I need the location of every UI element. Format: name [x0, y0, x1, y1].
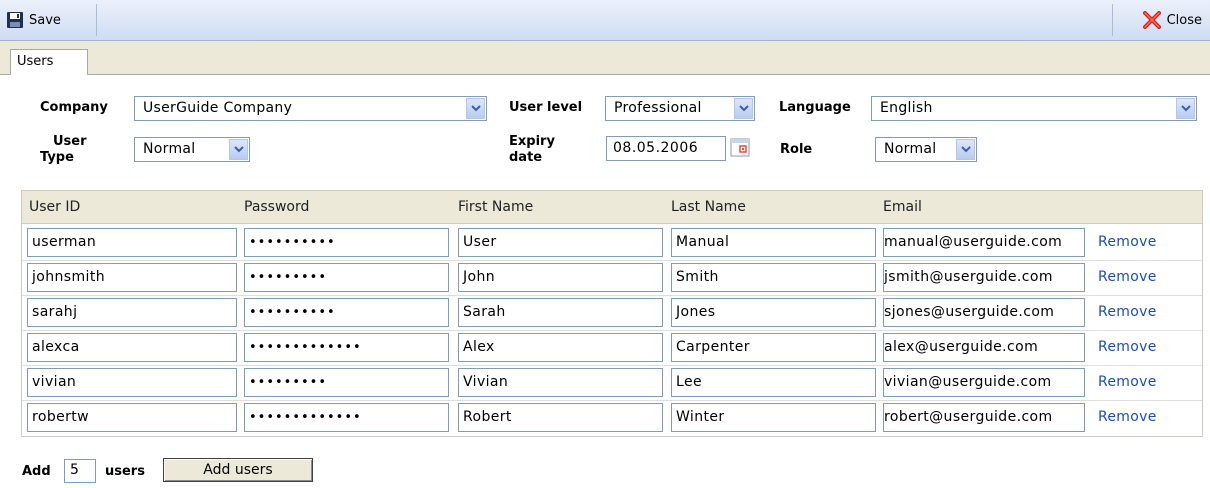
- calendar-icon[interactable]: [728, 135, 752, 159]
- email-field[interactable]: jsmith@userguide.com: [883, 263, 1085, 292]
- expiry-date-input[interactable]: 08.05.2006: [606, 136, 726, 161]
- user-type-value: Normal: [143, 141, 196, 157]
- close-label: Close: [1166, 12, 1202, 28]
- first-name-field[interactable]: John: [458, 263, 663, 292]
- chevron-down-icon[interactable]: [956, 139, 975, 160]
- chevron-down-icon[interactable]: [1176, 98, 1195, 119]
- table-header: User ID Password First Name Last Name Em…: [22, 191, 1202, 224]
- last-name-field[interactable]: Smith: [671, 263, 876, 292]
- email-field[interactable]: robert@userguide.com: [883, 403, 1085, 432]
- company-select[interactable]: UserGuide Company: [134, 96, 487, 121]
- expiry-label-line1: Expiry: [509, 134, 555, 149]
- user-level-select[interactable]: Professional: [605, 96, 755, 121]
- users-label: users: [105, 464, 145, 479]
- users-table: User ID Password First Name Last Name Em…: [21, 190, 1203, 437]
- password-field[interactable]: •••••••••••••: [244, 403, 449, 432]
- company-value: UserGuide Company: [143, 100, 293, 116]
- toolbar: Save Close: [0, 0, 1210, 41]
- last-name-field[interactable]: Jones: [671, 298, 876, 327]
- role-select[interactable]: Normal: [875, 137, 977, 162]
- email-field[interactable]: vivian@userguide.com: [883, 368, 1085, 397]
- user-id-field[interactable]: userman: [27, 228, 237, 257]
- language-select[interactable]: English: [871, 96, 1197, 121]
- user-id-field[interactable]: robertw: [27, 403, 237, 432]
- tab-strip: Users: [0, 41, 1210, 75]
- company-label: Company: [40, 100, 108, 115]
- last-name-field[interactable]: Winter: [671, 403, 876, 432]
- floppy-disk-icon: [7, 12, 23, 28]
- first-name-field[interactable]: Alex: [458, 333, 663, 362]
- tab-users[interactable]: Users: [10, 49, 88, 75]
- add-users-button[interactable]: Add users: [163, 458, 313, 482]
- red-x-icon: [1142, 11, 1161, 29]
- remove-link[interactable]: Remove: [1098, 304, 1157, 320]
- user-type-label: User Type: [40, 134, 87, 166]
- user-id-field[interactable]: alexca: [27, 333, 237, 362]
- user-id-field[interactable]: vivian: [27, 368, 237, 397]
- close-button[interactable]: Close: [1142, 9, 1202, 31]
- remove-link[interactable]: Remove: [1098, 374, 1157, 390]
- column-header-password: Password: [244, 199, 310, 215]
- column-header-user-id: User ID: [29, 199, 81, 215]
- toolbar-separator: [96, 4, 97, 36]
- save-label: Save: [29, 12, 61, 28]
- add-count-input[interactable]: 5: [64, 459, 96, 483]
- first-name-field[interactable]: Vivian: [458, 368, 663, 397]
- chevron-down-icon[interactable]: [229, 139, 248, 160]
- table-row: alexca ••••••••••••• Alex Carpenter alex…: [22, 330, 1202, 366]
- column-header-first-name: First Name: [458, 199, 534, 215]
- table-row: johnsmith ••••••••• John Smith jsmith@us…: [22, 260, 1202, 296]
- email-field[interactable]: sjones@userguide.com: [883, 298, 1085, 327]
- user-type-label-line1: User: [53, 134, 87, 149]
- user-level-value: Professional: [614, 100, 702, 116]
- password-field[interactable]: •••••••••: [244, 368, 449, 397]
- expiry-label-line2: date: [509, 150, 543, 165]
- password-field[interactable]: •••••••••••••: [244, 333, 449, 362]
- email-field[interactable]: alex@userguide.com: [883, 333, 1085, 362]
- role-value: Normal: [884, 141, 937, 157]
- remove-link[interactable]: Remove: [1098, 269, 1157, 285]
- add-label: Add: [22, 464, 51, 479]
- user-type-label-line2: Type: [40, 150, 74, 165]
- language-value: English: [880, 100, 933, 116]
- email-field[interactable]: manual@userguide.com: [883, 228, 1085, 257]
- password-field[interactable]: ••••••••••: [244, 298, 449, 327]
- table-row: robertw ••••••••••••• Robert Winter robe…: [22, 400, 1202, 435]
- first-name-field[interactable]: Sarah: [458, 298, 663, 327]
- user-id-field[interactable]: sarahj: [27, 298, 237, 327]
- user-id-field[interactable]: johnsmith: [27, 263, 237, 292]
- remove-link[interactable]: Remove: [1098, 339, 1157, 355]
- save-button[interactable]: Save: [6, 9, 61, 31]
- last-name-field[interactable]: Lee: [671, 368, 876, 397]
- user-level-label: User level: [509, 100, 583, 115]
- toolbar-separator: [1112, 4, 1113, 36]
- chevron-down-icon[interactable]: [734, 98, 753, 119]
- role-label: Role: [780, 142, 813, 157]
- expiry-date-label: Expiry date: [509, 134, 555, 166]
- last-name-field[interactable]: Carpenter: [671, 333, 876, 362]
- user-type-select[interactable]: Normal: [134, 137, 250, 162]
- column-header-email: Email: [883, 199, 922, 215]
- table-row: vivian ••••••••• Vivian Lee vivian@userg…: [22, 365, 1202, 401]
- language-label: Language: [779, 100, 851, 115]
- column-header-last-name: Last Name: [671, 199, 746, 215]
- first-name-field[interactable]: User: [458, 228, 663, 257]
- password-field[interactable]: •••••••••: [244, 263, 449, 292]
- table-row: sarahj •••••••••• Sarah Jones sjones@use…: [22, 295, 1202, 331]
- first-name-field[interactable]: Robert: [458, 403, 663, 432]
- remove-link[interactable]: Remove: [1098, 234, 1157, 250]
- chevron-down-icon[interactable]: [466, 98, 485, 119]
- remove-link[interactable]: Remove: [1098, 409, 1157, 425]
- table-row: userman •••••••••• User Manual manual@us…: [22, 225, 1202, 261]
- last-name-field[interactable]: Manual: [671, 228, 876, 257]
- password-field[interactable]: ••••••••••: [244, 228, 449, 257]
